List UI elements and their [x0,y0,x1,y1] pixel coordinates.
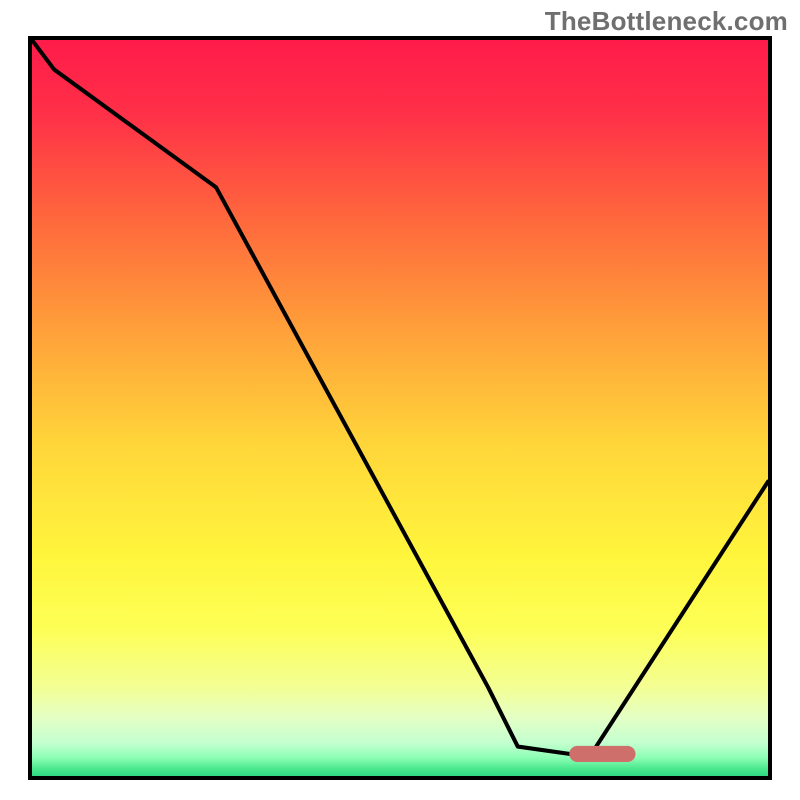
plot-overlay [32,40,768,776]
marker-pill [569,746,635,762]
watermark-text: TheBottleneck.com [545,6,788,37]
curve-line [32,40,768,754]
plot-frame [28,36,772,780]
chart-container: TheBottleneck.com [0,0,800,800]
